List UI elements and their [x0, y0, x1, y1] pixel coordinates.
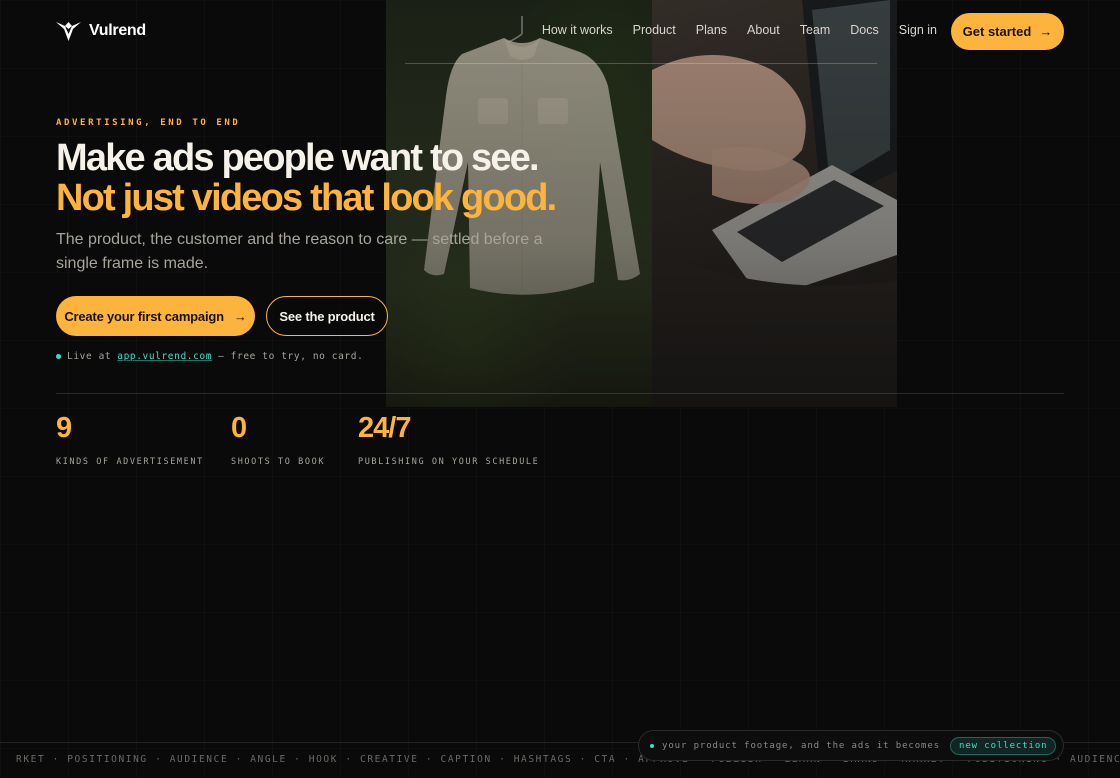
stat-value: 24/7: [358, 412, 411, 444]
stat-value: 0: [231, 412, 247, 444]
nav-link-about[interactable]: About: [747, 23, 780, 37]
stat-publishing-schedule: 24/7 PUBLISHING ON YOUR SCHEDULE: [358, 410, 539, 467]
brand-logo[interactable]: Vulrend: [56, 20, 146, 42]
create-campaign-label: Create your first campaign: [64, 308, 224, 324]
stat-label: PUBLISHING ON YOUR SCHEDULE: [358, 457, 540, 467]
nav-divider-line: [405, 63, 877, 64]
arrow-right-icon: →: [1039, 24, 1053, 39]
stats-divider: [56, 393, 1064, 394]
get-started-label: Get started: [962, 24, 1032, 39]
get-started-button[interactable]: Get started →: [951, 13, 1064, 50]
stat-kinds-of-ads: 9 KINDS OF ADVERTISEMENT: [56, 410, 204, 467]
hero-subtitle: The product, the customer and the reason…: [56, 231, 543, 272]
live-status-dot-icon: [56, 354, 61, 359]
headline-line-1: Make ads people want to see.: [56, 137, 540, 179]
nav-link-docs[interactable]: Docs: [850, 23, 878, 37]
hero-headline: Make ads people want to see. Not just vi…: [56, 138, 616, 218]
new-collection-notice[interactable]: your product footage, and the ads it bec…: [638, 730, 1064, 761]
nav-link-plans[interactable]: Plans: [696, 23, 727, 37]
see-product-label: See the product: [279, 308, 375, 324]
live-suffix: — free to try, no card.: [218, 351, 364, 362]
brand-name: Vulrend: [89, 22, 146, 39]
stat-shoots-to-book: 0 SHOOTS TO BOOK: [231, 410, 325, 467]
live-prefix: Live at: [67, 351, 112, 362]
stat-label: KINDS OF ADVERTISEMENT: [56, 457, 204, 467]
live-note: Live at app.vulrend.com — free to try, n…: [56, 351, 363, 362]
notice-text: your product footage, and the ads it bec…: [662, 740, 941, 751]
v-bird-logo-icon: [56, 22, 81, 41]
stat-label: SHOOTS TO BOOK: [231, 457, 326, 467]
nav-link-sign-in[interactable]: Sign in: [899, 23, 937, 37]
top-navigation: Vulrend How it works Product Plans About…: [0, 0, 1120, 63]
headline-line-2: Not just videos that look good.: [56, 177, 557, 219]
create-campaign-button[interactable]: Create your first campaign →: [56, 296, 255, 336]
notice-dot-icon: [650, 743, 654, 748]
hero-eyebrow: ADVERTISING, END TO END: [56, 118, 241, 128]
nav-link-team[interactable]: Team: [800, 23, 831, 37]
nav-link-how-it-works[interactable]: How it works: [542, 23, 613, 37]
new-collection-badge[interactable]: new collection: [950, 736, 1057, 755]
arrow-right-icon: →: [233, 308, 247, 324]
app-link[interactable]: app.vulrend.com: [117, 351, 212, 362]
nav-link-product[interactable]: Product: [633, 23, 676, 37]
stat-value: 9: [56, 412, 72, 444]
see-product-button[interactable]: See the product: [266, 296, 388, 336]
nav-links: How it works Product Plans About Team Do…: [542, 23, 937, 37]
